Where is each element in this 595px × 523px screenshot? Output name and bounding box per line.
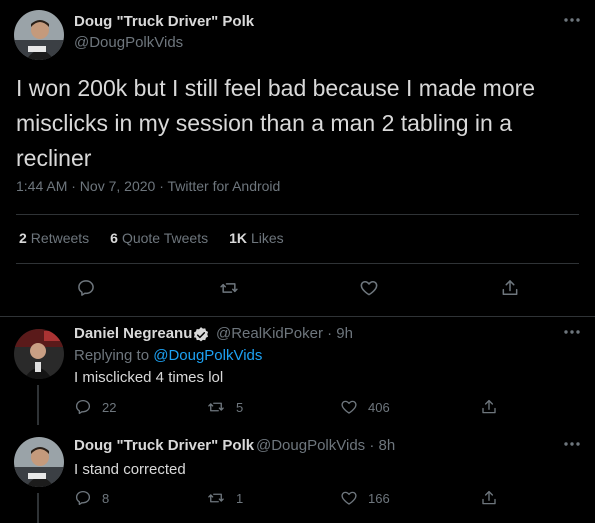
retweet-icon (208, 402, 224, 412)
tweet-timestamp[interactable]: 1:44 AM · Nov 7, 2020 · Twitter for Andr… (16, 178, 280, 194)
share-action[interactable] (480, 488, 498, 508)
quotes-label: Quote Tweets (121, 230, 209, 246)
thread-line (37, 493, 39, 523)
like-icon (341, 491, 357, 505)
replying-to: Replying to @DougPolkVids (74, 347, 262, 364)
divider (16, 263, 579, 264)
like-count: 406 (368, 399, 390, 415)
reply-icon (75, 490, 91, 506)
reply-author-handle[interactable]: @DougPolkVids · 8h (256, 437, 395, 454)
author-name[interactable]: Doug "Truck Driver" Polk (74, 13, 254, 30)
reply-text: I misclicked 4 times lol (74, 369, 224, 386)
engagement-stats: 2 Retweets 6 Quote Tweets 1K Likes (19, 230, 284, 246)
retweet-count: 5 (236, 399, 244, 415)
more-icon[interactable] (563, 15, 581, 25)
reply-icon[interactable] (74, 276, 98, 300)
likes-count: 1K (229, 230, 247, 246)
like-count: 166 (368, 490, 390, 506)
reply-author-handle[interactable]: @RealKidPoker · 9h (216, 325, 353, 342)
retweet-icon[interactable] (217, 276, 241, 300)
retweets-count: 2 (19, 230, 27, 246)
more-icon[interactable] (563, 327, 581, 337)
reply-tweet[interactable]: Daniel Negreanu @RealKidPoker · 9h Reply… (0, 317, 595, 433)
like-icon (341, 400, 357, 414)
retweet-action[interactable]: 1 (206, 488, 243, 508)
replying-to-link[interactable]: @DougPolkVids (153, 347, 262, 364)
author-handle[interactable]: @DougPolkVids (74, 34, 183, 51)
likes-label: Likes (251, 230, 284, 246)
share-icon[interactable] (498, 276, 522, 300)
likes-stat[interactable]: 1K Likes (229, 230, 284, 246)
tweet-text: I won 200k but I still feel bad because … (16, 75, 536, 171)
retweets-stat[interactable]: 2 Retweets (19, 230, 89, 246)
share-action[interactable] (480, 397, 498, 417)
divider (16, 214, 579, 215)
reply-count: 22 (102, 399, 117, 415)
share-icon (482, 399, 496, 414)
retweet-count: 1 (236, 490, 244, 506)
like-action[interactable]: 406 (340, 397, 390, 417)
reply-text: I stand corrected (74, 461, 186, 478)
reply-icon (75, 399, 91, 415)
reply-action[interactable]: 22 (74, 397, 116, 417)
reply-author-name[interactable]: Daniel Negreanu (74, 325, 192, 342)
quotes-count: 6 (110, 230, 118, 246)
like-icon[interactable] (357, 276, 381, 300)
thread-line (37, 385, 39, 425)
main-tweet: Doug "Truck Driver" Polk @DougPolkVids I… (0, 0, 595, 317)
like-action[interactable]: 166 (340, 488, 390, 508)
reply-tweet[interactable]: Doug "Truck Driver" Polk @DougPolkVids ·… (0, 433, 595, 523)
action-bar (0, 276, 595, 300)
reply-action[interactable]: 8 (74, 488, 109, 508)
replying-prefix: Replying to (74, 347, 150, 364)
author-avatar[interactable] (14, 10, 64, 60)
share-icon (482, 490, 496, 505)
reply-author-avatar[interactable] (14, 437, 64, 487)
retweet-action[interactable]: 5 (206, 397, 243, 417)
retweet-icon (208, 493, 224, 503)
reply-author-name[interactable]: Doug "Truck Driver" Polk (74, 437, 254, 454)
reply-author-avatar[interactable] (14, 329, 64, 379)
quote-tweets-stat[interactable]: 6 Quote Tweets (110, 230, 208, 246)
more-icon[interactable] (563, 439, 581, 449)
reply-count: 8 (102, 490, 110, 506)
verified-badge-icon (192, 326, 210, 344)
retweets-label: Retweets (30, 230, 90, 246)
